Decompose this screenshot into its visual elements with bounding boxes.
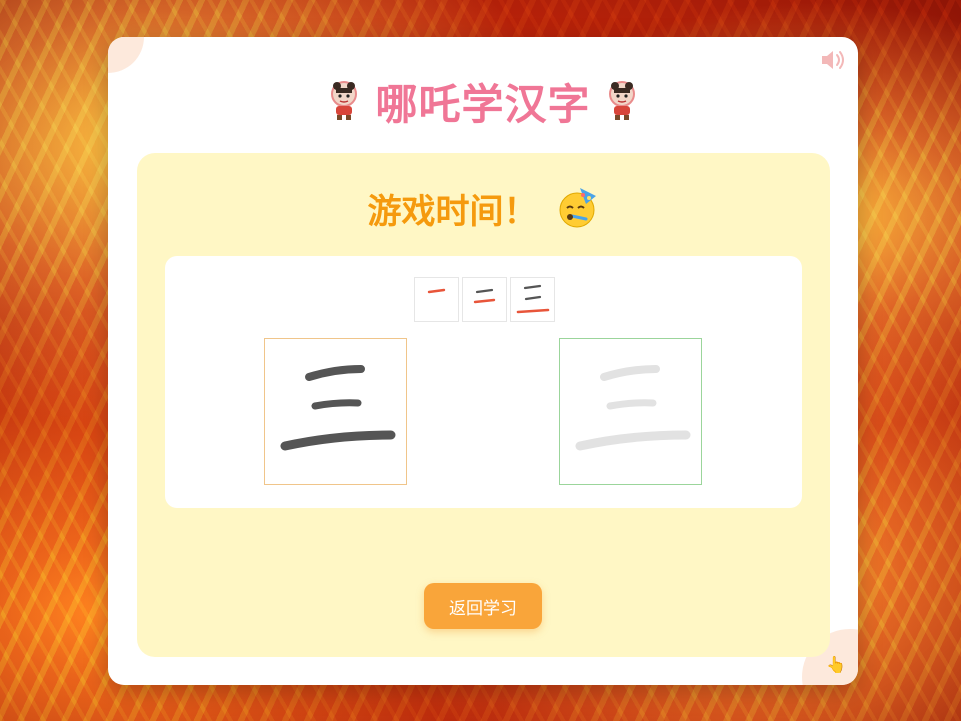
back-to-learning-button[interactable]: 返回学习	[424, 583, 542, 629]
party-face-icon	[556, 186, 600, 230]
speaker-icon[interactable]	[820, 49, 848, 71]
nezha-avatar-icon	[327, 80, 361, 122]
app-title: 哪吒学汉字	[375, 79, 591, 129]
app-header: 哪吒学汉字	[108, 75, 858, 129]
game-title: 游戏时间！	[367, 191, 538, 232]
model-character	[264, 338, 407, 485]
game-title-row: 游戏时间！	[137, 183, 830, 233]
pointing-hand-icon: 👆	[826, 655, 846, 674]
main-card: 哪吒学汉字 游戏时间！ 返回学习 👆	[108, 37, 858, 685]
practice-canvas[interactable]	[559, 338, 702, 485]
nezha-avatar-icon	[605, 80, 639, 122]
stroke-order-steps	[414, 277, 555, 322]
game-panel: 游戏时间！ 返回学习	[137, 153, 830, 657]
stroke-step-1	[414, 277, 459, 322]
writing-board	[165, 256, 802, 508]
corner-decoration	[108, 37, 144, 73]
stroke-step-2	[462, 277, 507, 322]
stroke-step-3	[510, 277, 555, 322]
